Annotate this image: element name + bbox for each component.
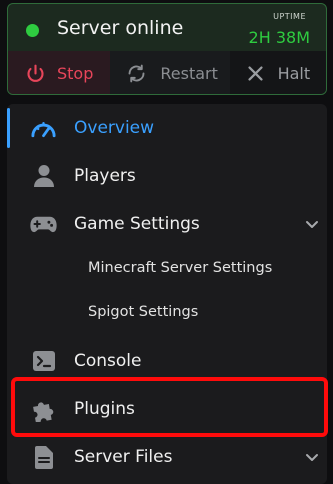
puzzle-icon [30,396,57,423]
server-status-card: Server online UPTIME 2H 38M Stop Restart [7,3,327,95]
sidebar-item-label: Server Files [74,447,173,467]
submenu-item-spigot-settings[interactable]: Spigot Settings [7,292,327,336]
sidebar-item-server-files[interactable]: Server Files [7,433,327,481]
gamepad-icon [30,211,57,238]
submenu-item-minecraft-settings[interactable]: Minecraft Server Settings [7,248,327,292]
sidebar-item-label: Players [74,166,136,186]
sidebar-item-label: Plugins [74,399,135,419]
status-indicator-icon [26,24,39,37]
uptime-value: 2H 38M [248,28,310,47]
file-icon [30,444,57,471]
speedometer-icon [30,115,57,142]
sidebar-item-label: Console [74,351,142,371]
person-icon [30,163,57,190]
restart-icon [128,64,145,83]
terminal-icon [30,348,57,375]
status-header: Server online UPTIME 2H 38M [8,4,326,50]
restart-button[interactable]: Restart [110,51,230,94]
sidebar-item-console[interactable]: Console [7,337,327,385]
stop-button[interactable]: Stop [8,51,111,94]
sidebar-item-overview[interactable]: Overview [7,104,327,152]
chevron-down-icon [306,221,318,228]
stop-label: Stop [57,64,94,83]
restart-label: Restart [160,64,218,83]
uptime-label: UPTIME [273,12,306,21]
sidebar-item-players[interactable]: Players [7,152,327,200]
chevron-down-icon [306,454,318,461]
halt-button[interactable]: Halt [229,51,326,94]
power-icon [27,64,44,82]
submenu-item-label: Spigot Settings [88,304,199,320]
submenu-item-label: Minecraft Server Settings [88,260,273,276]
close-icon [248,66,263,81]
status-text: Server online [57,17,184,39]
server-action-row: Stop Restart Halt [8,51,326,94]
sidebar-item-label: Game Settings [74,214,200,234]
sidebar-item-label: Overview [74,118,155,138]
sidebar-item-game-settings[interactable]: Game Settings [7,200,327,248]
sidebar-nav: Overview Players Game Settings Minecraft… [7,104,328,484]
sidebar-item-plugins[interactable]: Plugins [7,385,327,433]
halt-label: Halt [277,64,311,83]
active-indicator [7,108,10,148]
